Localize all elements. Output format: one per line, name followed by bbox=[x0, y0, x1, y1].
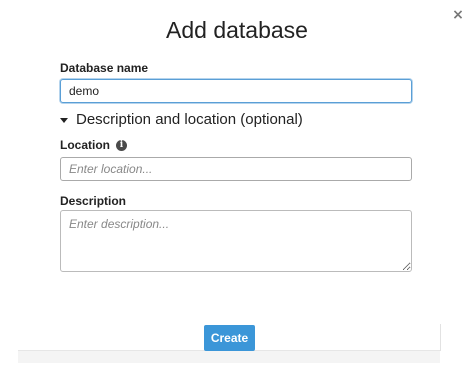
dialog-footer bbox=[18, 350, 440, 363]
location-label: Location bbox=[60, 138, 110, 152]
dialog-title: Add database bbox=[166, 17, 308, 43]
optional-section-toggle-label: Description and location (optional) bbox=[76, 111, 303, 128]
footer-divider bbox=[440, 324, 441, 351]
optional-section-toggle[interactable]: Description and location (optional) bbox=[60, 111, 303, 129]
location-label-row: Location i bbox=[60, 137, 127, 153]
info-icon[interactable]: i bbox=[116, 139, 127, 151]
database-name-label: Database name bbox=[60, 61, 149, 75]
database-name-input[interactable] bbox=[60, 79, 412, 103]
triangle-down-icon bbox=[60, 117, 68, 123]
description-label: Description bbox=[60, 194, 127, 208]
location-input[interactable] bbox=[60, 157, 412, 181]
description-textarea[interactable] bbox=[60, 210, 412, 272]
create-button[interactable]: Create bbox=[204, 325, 255, 351]
